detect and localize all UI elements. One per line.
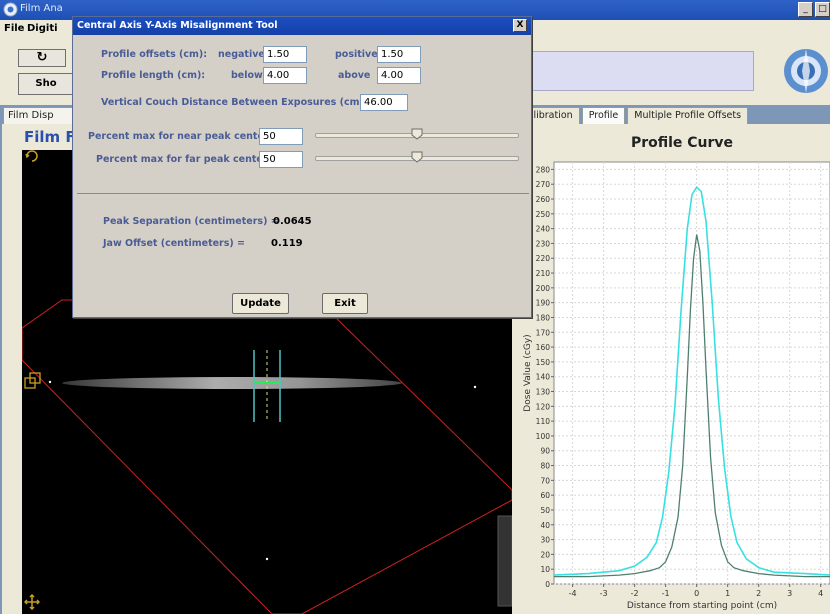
x-tick-label: -4 xyxy=(569,589,577,598)
corner-handle-icon[interactable] xyxy=(24,372,42,390)
misalignment-dialog: Central Axis Y-Axis Misalignment Tool X … xyxy=(72,16,532,318)
peak-separation-value: 0.0645 xyxy=(273,216,312,227)
menu-file[interactable]: File xyxy=(4,23,24,34)
scroll-stub[interactable] xyxy=(497,515,512,607)
y-tick-label: 0 xyxy=(545,580,550,589)
plot-area xyxy=(553,161,830,585)
profile-length-label: Profile length (cm): xyxy=(101,70,206,81)
positive-label: positive xyxy=(335,49,378,60)
chart-title: Profile Curve xyxy=(630,135,734,151)
y-tick-label: 170 xyxy=(536,328,551,337)
y-tick-label: 160 xyxy=(536,343,551,352)
y-tick-label: 270 xyxy=(536,180,551,189)
y-tick-label: 100 xyxy=(536,432,551,441)
x-tick-label: 2 xyxy=(756,589,761,598)
far-peak-slider-thumb[interactable] xyxy=(411,151,423,163)
x-tick-label: 0 xyxy=(694,589,699,598)
move-handle-icon[interactable] xyxy=(24,594,40,610)
x-tick-label: 3 xyxy=(787,589,792,598)
reference-dot xyxy=(265,557,269,561)
x-tick-label: -2 xyxy=(631,589,639,598)
x-axis-label: Distance from starting point (cm) xyxy=(627,601,777,611)
below-length-input[interactable] xyxy=(263,67,307,84)
update-button[interactable]: Update xyxy=(232,293,289,314)
app-icon xyxy=(3,2,18,17)
dialog-close-button[interactable]: X xyxy=(513,19,527,32)
y-tick-label: 30 xyxy=(540,536,550,545)
y-tick-label: 120 xyxy=(536,402,551,411)
menu-digitize[interactable]: Digiti xyxy=(27,23,58,34)
y-tick-label: 70 xyxy=(540,476,550,485)
y-tick-label: 150 xyxy=(536,358,551,367)
dialog-title-bar: Central Axis Y-Axis Misalignment Tool X xyxy=(73,17,531,35)
radiation-beam xyxy=(62,377,402,389)
y-tick-label: 60 xyxy=(540,491,550,500)
refresh-button[interactable]: ↻ xyxy=(18,49,66,67)
y-tick-label: 90 xyxy=(540,447,550,456)
analysis-tabs: Calibration Profile Multiple Profile Off… xyxy=(514,107,749,125)
y-tick-label: 110 xyxy=(536,417,551,426)
y-tick-label: 10 xyxy=(540,565,550,574)
y-tick-label: 260 xyxy=(536,195,551,204)
couch-distance-label: Vertical Couch Distance Between Exposure… xyxy=(101,97,368,108)
y-tick-label: 40 xyxy=(540,521,550,530)
y-tick-label: 180 xyxy=(536,313,551,322)
near-peak-slider-thumb[interactable] xyxy=(411,128,423,140)
tab-film-display[interactable]: Film Disp xyxy=(3,107,75,124)
near-peak-label: Percent max for near peak center xyxy=(88,131,269,142)
y-tick-label: 210 xyxy=(536,269,551,278)
x-tick-label: -1 xyxy=(662,589,670,598)
rotate-handle-icon[interactable] xyxy=(24,148,40,164)
y-tick-label: 200 xyxy=(536,284,551,293)
refresh-icon: ↻ xyxy=(36,50,48,65)
dialog-title: Central Axis Y-Axis Misalignment Tool xyxy=(77,20,278,31)
peak-separation-label: Peak Separation (centimeters) = xyxy=(103,216,279,227)
x-tick-label: -3 xyxy=(600,589,608,598)
exit-button[interactable]: Exit xyxy=(322,293,368,314)
near-peak-input[interactable] xyxy=(259,128,303,145)
negative-offset-input[interactable] xyxy=(263,46,307,63)
jaw-offset-label: Jaw Offset (centimeters) = xyxy=(103,238,245,249)
above-length-input[interactable] xyxy=(377,67,421,84)
jaw-offset-value: 0.119 xyxy=(271,238,303,249)
y-tick-label: 240 xyxy=(536,225,551,234)
y-tick-label: 220 xyxy=(536,254,551,263)
below-label: below xyxy=(231,70,263,81)
x-tick-label: 4 xyxy=(818,589,823,598)
tab-multiple-profile-offsets[interactable]: Multiple Profile Offsets xyxy=(627,107,749,124)
y-tick-label: 190 xyxy=(536,299,551,308)
y-tick-label: 140 xyxy=(536,373,551,382)
y-tick-label: 50 xyxy=(540,506,550,515)
positive-offset-input[interactable] xyxy=(377,46,421,63)
above-label: above xyxy=(338,70,371,81)
couch-distance-input[interactable] xyxy=(360,94,408,111)
reference-dot xyxy=(473,385,477,389)
status-display xyxy=(530,51,754,91)
main-window-title: Film Ana xyxy=(20,3,63,14)
brand-logo-icon xyxy=(784,49,828,93)
far-peak-input[interactable] xyxy=(259,151,303,168)
y-tick-label: 280 xyxy=(536,165,551,174)
show-button[interactable]: Sho xyxy=(18,73,74,95)
y-axis-label: Dose Value (cGy) xyxy=(523,334,533,411)
y-tick-label: 80 xyxy=(540,462,550,471)
dialog-separator xyxy=(77,193,529,194)
negative-label: negative xyxy=(218,49,265,60)
maximize-button[interactable]: □ xyxy=(815,2,830,17)
y-tick-label: 20 xyxy=(540,550,550,559)
reference-dot xyxy=(48,380,52,384)
profile-curve-chart: 0102030405060708090100110120130140150160… xyxy=(523,161,830,611)
tab-profile[interactable]: Profile xyxy=(581,107,626,125)
y-tick-label: 250 xyxy=(536,210,551,219)
y-tick-label: 230 xyxy=(536,239,551,248)
minimize-button[interactable]: _ xyxy=(798,2,813,17)
film-boundary xyxy=(22,269,512,614)
y-tick-label: 130 xyxy=(536,388,551,397)
profile-offsets-label: Profile offsets (cm): xyxy=(101,49,208,60)
x-tick-label: 1 xyxy=(725,589,730,598)
far-peak-label: Percent max for far peak center xyxy=(96,154,268,165)
